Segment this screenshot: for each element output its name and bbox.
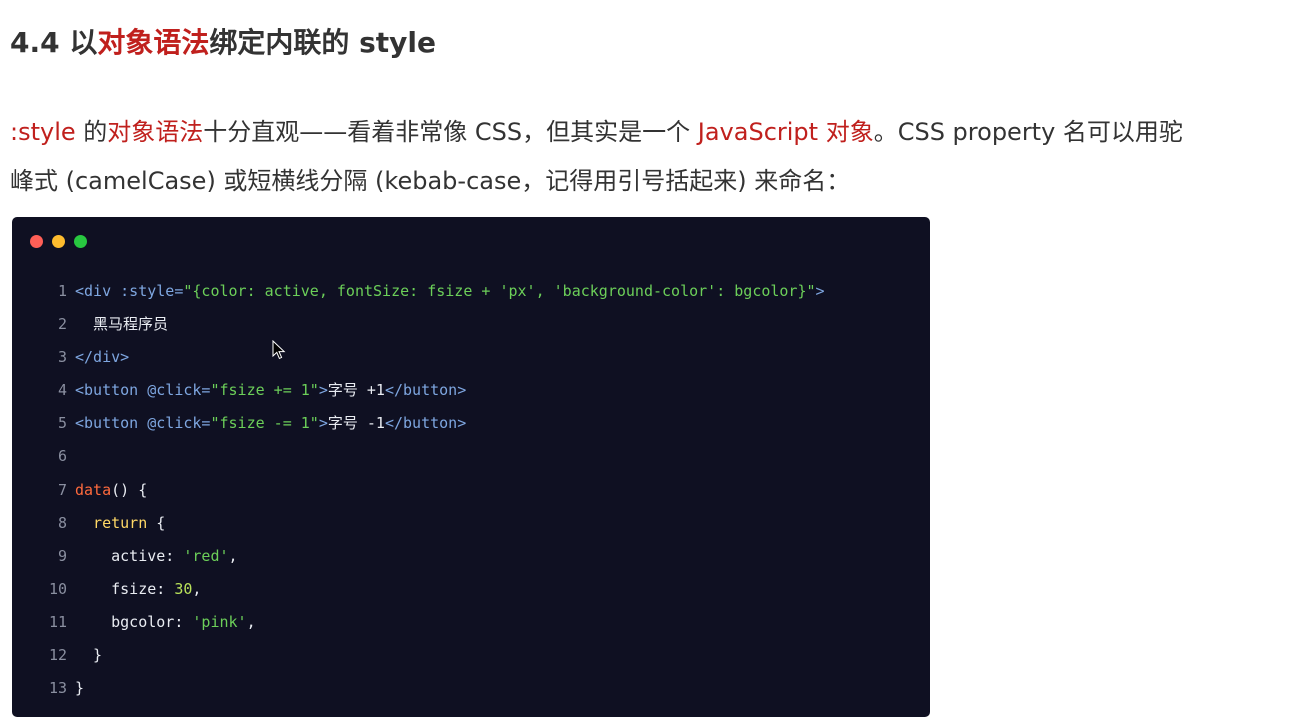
code-token: <button	[75, 381, 139, 400]
code-token: "{color: active, fontSize: fsize + 'px',…	[183, 282, 816, 300]
code-token: 字号 +1	[327, 381, 385, 400]
highlighted-term: JavaScript 对象	[697, 118, 874, 146]
code-token: () {	[111, 480, 148, 499]
code-token: ,	[246, 612, 256, 631]
line-number: 10	[48, 579, 67, 598]
code-token: ,	[228, 546, 238, 565]
line-number: 7	[57, 480, 67, 499]
line-number: 12	[48, 646, 67, 665]
code-token: :style=	[111, 282, 184, 300]
code-token: data	[75, 480, 112, 499]
code-token: @click=	[138, 381, 211, 400]
code-line: 9 active: 'red',	[12, 540, 930, 573]
code-token: >	[318, 381, 328, 400]
paragraph-text: 十分直观——看着非常像 CSS，但其实是一个	[203, 118, 698, 146]
code-line: 10 fsize: 30,	[12, 573, 930, 606]
maximize-dot-icon	[74, 235, 87, 248]
code-token: 'pink'	[192, 612, 247, 631]
code-token: </button>	[384, 381, 467, 400]
line-number: 8	[57, 513, 67, 532]
line-number: 4	[57, 381, 67, 400]
description-paragraph: :style 的对象语法十分直观——看着非常像 CSS，但其实是一个 JavaS…	[10, 108, 1290, 206]
line-number: 6	[57, 447, 67, 466]
code-token: "fsize += 1"	[210, 381, 319, 400]
code-token: >	[815, 282, 825, 300]
line-number: 5	[57, 414, 67, 433]
highlighted-term: :style	[10, 118, 76, 146]
code-token: </button>	[384, 414, 467, 433]
heading-highlight: 对象语法	[97, 25, 210, 59]
heading-suffix: 绑定内联的 style	[209, 25, 437, 59]
line-number: 11	[48, 612, 67, 631]
code-line: 1 <div :style= "{color: active, fontSize: …	[12, 275, 930, 308]
code-token: @click=	[138, 414, 211, 433]
code-line: 11 bgcolor: 'pink',	[12, 606, 930, 639]
code-line: 7 data() {	[12, 474, 930, 507]
code-line: 4 <button @click= "fsize += 1" > 字号 +1 </butt…	[12, 374, 930, 407]
code-token: }	[75, 679, 85, 698]
line-number: 13	[48, 679, 67, 698]
code-line: 13}	[12, 672, 930, 705]
paragraph-text: 。CSS property 名可以用驼	[873, 118, 1183, 146]
code-token: ,	[192, 579, 202, 598]
heading-prefix: 4.4 以	[10, 25, 98, 59]
code-token: >	[318, 414, 328, 433]
code-token: <div	[75, 282, 112, 300]
minimize-dot-icon	[52, 235, 65, 248]
window-controls	[30, 235, 87, 248]
code-token: bgcolor:	[75, 612, 193, 631]
code-token: </div>	[75, 348, 130, 367]
code-token: }	[75, 646, 103, 665]
close-dot-icon	[30, 235, 43, 248]
code-line: 12 }	[12, 639, 930, 672]
highlighted-term: 对象语法	[107, 118, 204, 146]
code-token: {	[147, 513, 166, 532]
mouse-cursor-icon	[272, 340, 286, 360]
line-number: 1	[57, 282, 67, 300]
line-number: 9	[57, 546, 67, 565]
code-token: 'red'	[183, 546, 229, 565]
paragraph-text: 的	[75, 118, 108, 146]
code-line: 8 return {	[12, 507, 930, 540]
code-token: return	[75, 513, 148, 532]
paragraph-line-2: 峰式 (camelCase) 或短横线分隔 (kebab-case，记得用引号括…	[10, 167, 851, 195]
code-line: 6	[12, 440, 930, 473]
code-line: 2 黑马程序员	[12, 308, 930, 341]
section-heading: 4.4 以对象语法绑定内联的 style	[10, 23, 436, 63]
code-token: fsize:	[75, 579, 175, 598]
line-number: 2	[57, 315, 67, 334]
code-line: 3 </div>	[12, 341, 930, 374]
code-token: 30	[174, 579, 193, 598]
code-token: <button	[75, 414, 139, 433]
code-content: 1 <div :style= "{color: active, fontSize: …	[12, 275, 930, 705]
code-token: "fsize -= 1"	[210, 414, 319, 433]
line-number: 3	[57, 348, 67, 367]
code-token: 字号 -1	[327, 414, 385, 433]
code-token: active:	[75, 546, 184, 565]
code-line: 5 <button @click= "fsize -= 1" > 字号 -1 </butt…	[12, 407, 930, 440]
code-block: 1 <div :style= "{color: active, fontSize: …	[12, 217, 930, 717]
paragraph-line-1: :style 的对象语法十分直观——看着非常像 CSS，但其实是一个 JavaS…	[10, 108, 1290, 157]
code-token: 黑马程序员	[75, 315, 169, 334]
